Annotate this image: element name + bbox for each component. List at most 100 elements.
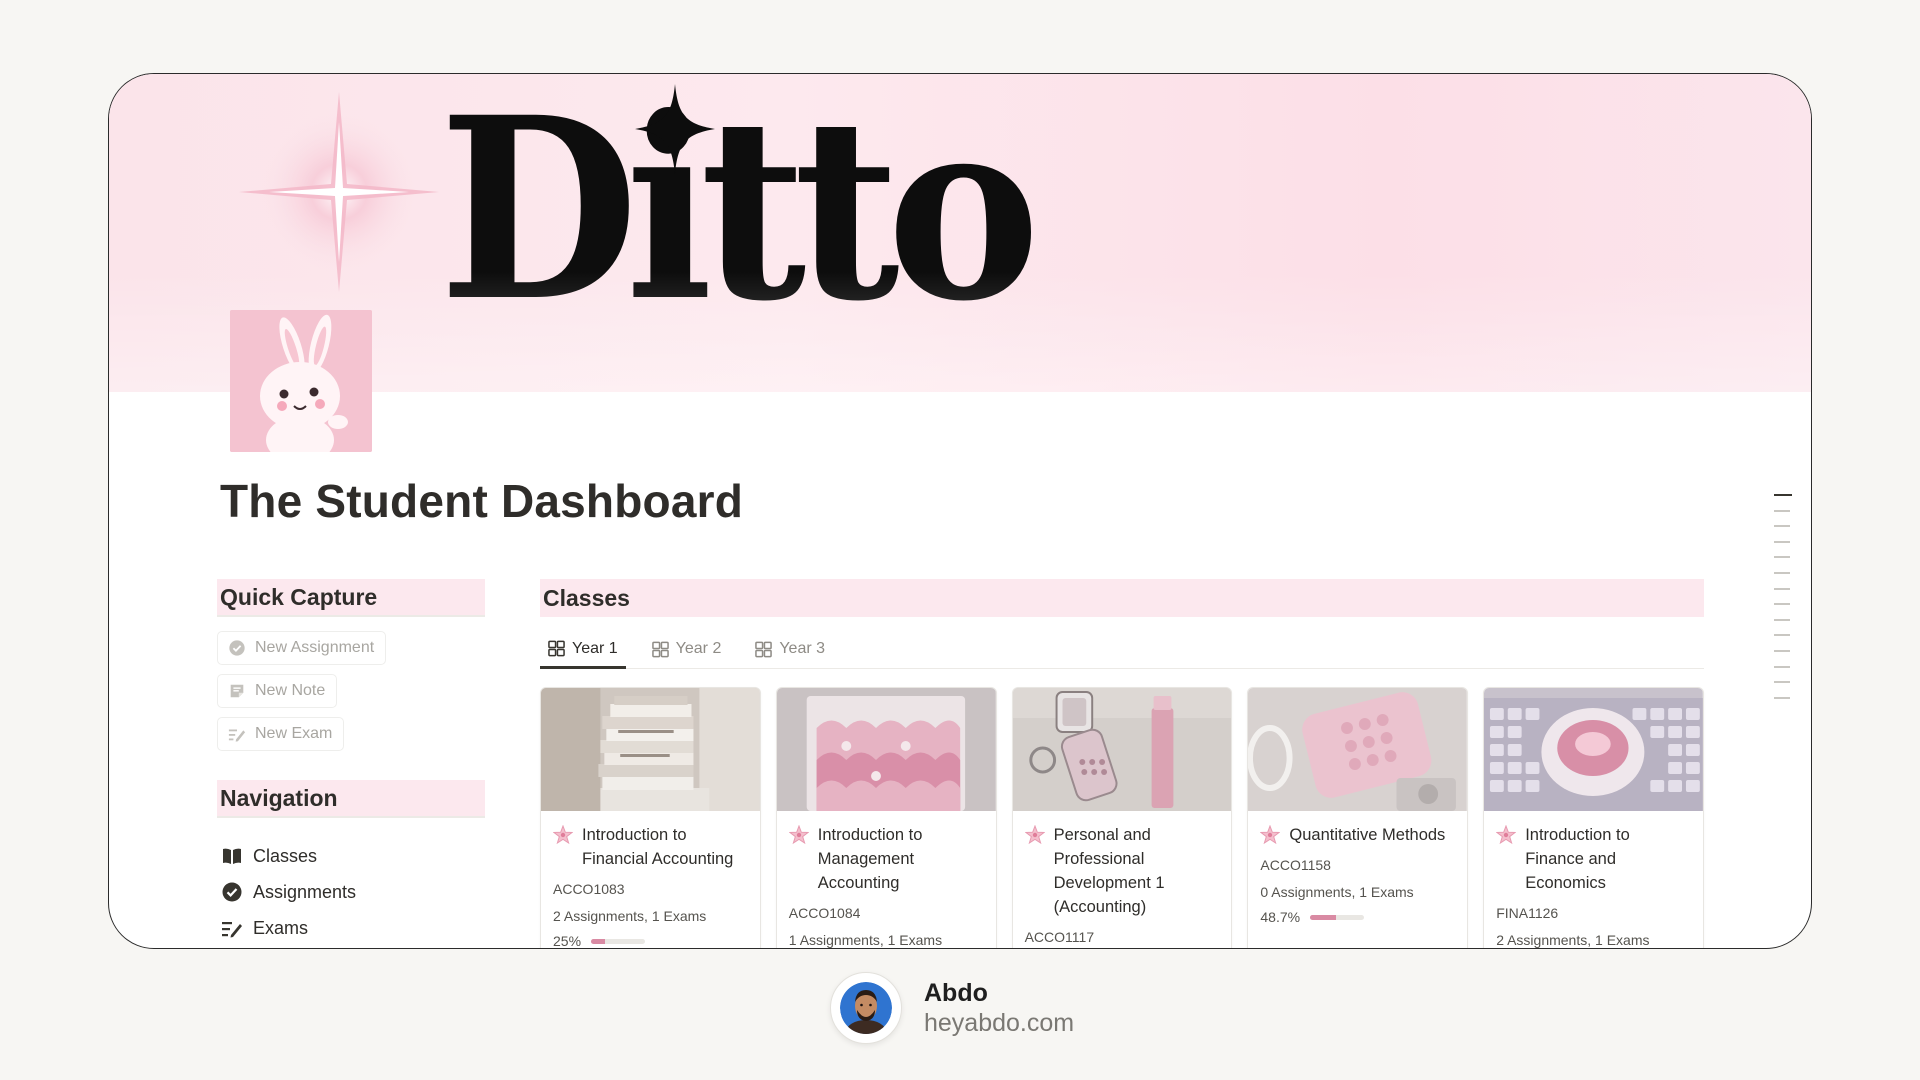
class-code: ACCO1117 (1024, 929, 1095, 945)
edit-list-icon (228, 729, 246, 742)
nav-item-label: Exams (253, 917, 309, 938)
navigation-list: Classes Assignments Exams (217, 838, 485, 946)
class-title: Introduction to Financial Accounting (582, 826, 734, 868)
check-circle-icon (222, 882, 242, 902)
class-cover-image (1484, 688, 1703, 811)
class-title: Introduction to Management Accounting (817, 826, 923, 892)
class-card[interactable]: Introduction to Financial Accounting ACC… (540, 687, 761, 949)
toc-dash[interactable] (1774, 696, 1790, 699)
toc-dash[interactable] (1774, 494, 1792, 496)
class-cover-image (1248, 688, 1468, 811)
logo-star-icon (635, 84, 715, 174)
flower-icon (788, 825, 809, 845)
class-stats: 0 Assignments, 1 Exams (1260, 884, 1414, 900)
navigation-heading: Navigation (217, 780, 485, 818)
note-icon (230, 684, 244, 698)
class-progress: 48.7% (1260, 909, 1455, 925)
bunny-page-icon[interactable] (230, 310, 372, 452)
author-photo (840, 982, 892, 1034)
class-stats: 1 Assignments, 1 Exams (788, 932, 943, 948)
classes-view-tabs: Year 1 Year 2 Year 3 (540, 631, 1704, 669)
class-code: ACCO1158 (1260, 857, 1331, 873)
gallery-icon (548, 640, 565, 657)
toc-dash[interactable] (1774, 525, 1790, 528)
sparkle-icon (239, 92, 439, 292)
quick-capture-heading: Quick Capture (217, 579, 485, 617)
new-note-button[interactable]: New Note (217, 674, 338, 708)
new-assignment-button[interactable]: New Assignment (217, 631, 387, 665)
toc-dash[interactable] (1774, 649, 1790, 652)
ditto-logo: Ditto (439, 74, 1040, 356)
nav-item-exams[interactable]: Exams (217, 910, 485, 946)
author-name: Abdo (924, 979, 988, 1007)
nav-item-label: Assignments (253, 881, 357, 902)
toc-dash[interactable] (1774, 603, 1790, 606)
class-stats: 2 Assignments, 1 Exams (1496, 932, 1650, 948)
progress-label: 25% (553, 933, 582, 949)
nav-item-assignments[interactable]: Assignments (217, 874, 485, 910)
toc-dash[interactable] (1774, 571, 1790, 574)
notion-page-frame: Ditto The Student Dashboard Quick Captur… (108, 73, 1812, 949)
flower-icon (553, 825, 573, 845)
tab-year-1[interactable]: Year 1 (540, 631, 626, 669)
tab-label: Year 3 (779, 640, 826, 657)
toc-dash[interactable] (1774, 509, 1790, 512)
tab-year-2[interactable]: Year 2 (644, 631, 730, 667)
class-code: FINA1126 (1496, 905, 1559, 921)
class-card[interactable]: Personal and Professional Development 1 … (1011, 687, 1233, 948)
new-assignment-label: New Assignment (255, 639, 375, 656)
class-code: ACCO1083 (553, 881, 625, 897)
class-title: Introduction to Finance and Economics (1525, 826, 1630, 892)
progress-label: 48.7% (1260, 909, 1301, 925)
nav-item-classes[interactable]: Classes (217, 838, 485, 874)
class-gallery: Introduction to Financial Accounting ACC… (540, 687, 1704, 949)
nav-item-label: Classes (253, 845, 318, 866)
class-cover-image (1012, 688, 1232, 811)
class-code: ACCO1084 (788, 905, 861, 921)
toc-dash[interactable] (1774, 665, 1790, 668)
toc-dash[interactable] (1774, 634, 1790, 637)
tab-year-3[interactable]: Year 3 (747, 631, 833, 667)
author-website[interactable]: heyabdo.com (924, 1008, 1074, 1038)
book-icon (223, 848, 241, 864)
left-column: Quick Capture New Assignment New Note Ne… (217, 579, 485, 946)
classes-heading: Classes (540, 579, 1704, 617)
flower-icon (1260, 825, 1281, 845)
class-cover-image (776, 688, 996, 811)
new-exam-button[interactable]: New Exam (217, 717, 345, 751)
table-of-contents-indicator[interactable] (1774, 494, 1794, 712)
gallery-icon (755, 641, 773, 657)
class-title: Personal and Professional Development 1 … (1053, 826, 1165, 916)
tab-label: Year 1 (572, 639, 618, 657)
class-progress: 25% (553, 933, 748, 949)
new-note-label: New Note (255, 682, 326, 699)
author-info: Abdo heyabdo.com (924, 978, 1074, 1038)
toc-dash[interactable] (1774, 681, 1790, 684)
progress-fill (1310, 914, 1337, 920)
flower-icon (1024, 825, 1045, 845)
progress-bar (591, 938, 646, 944)
class-card[interactable]: Quantitative Methods ACCO1158 0 Assignme… (1247, 687, 1469, 948)
progress-fill (591, 938, 605, 944)
author-footer: Abdo heyabdo.com (830, 972, 1074, 1044)
page-title: The Student Dashboard (220, 475, 744, 527)
classes-section: Classes Year 1 Year 2 Year 3 Introductio… (540, 579, 1704, 949)
class-title: Quantitative Methods (1289, 826, 1446, 844)
toc-dash[interactable] (1774, 587, 1790, 590)
class-cover-image (541, 688, 760, 811)
progress-bar (1310, 914, 1365, 920)
toc-dash[interactable] (1774, 540, 1790, 543)
class-card[interactable]: Introduction to Finance and Economics FI… (1483, 687, 1704, 948)
check-circle-icon (229, 640, 245, 656)
edit-list-icon (222, 922, 242, 938)
class-stats: 2 Assignments, 1 Exams (553, 908, 707, 924)
flower-icon (1496, 825, 1517, 845)
toc-dash[interactable] (1774, 556, 1790, 559)
class-card[interactable]: Introduction to Management Accounting AC… (775, 687, 997, 948)
tab-label: Year 2 (675, 640, 722, 657)
gallery-icon (651, 641, 669, 657)
quick-capture-buttons: New Assignment New Note New Exam (217, 631, 485, 760)
toc-dash[interactable] (1774, 618, 1790, 621)
new-exam-label: New Exam (255, 725, 333, 742)
author-avatar (830, 972, 902, 1044)
